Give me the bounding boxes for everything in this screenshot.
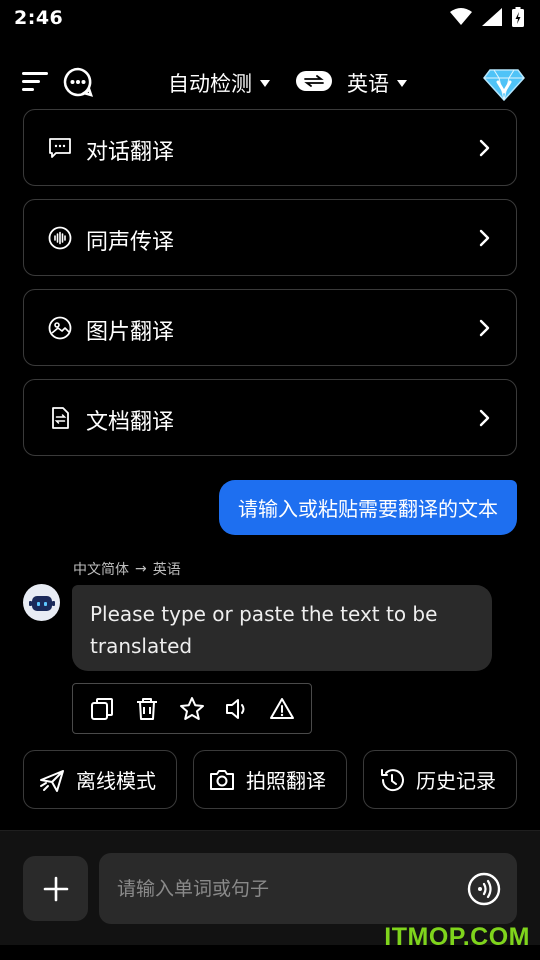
menu-icon[interactable]: [22, 70, 50, 92]
bot-avatar: [23, 584, 60, 621]
watermark: ITMOP.COM: [384, 923, 530, 951]
photo-translation-button[interactable]: 拍照翻译: [193, 750, 347, 809]
translation-input[interactable]: [117, 853, 457, 924]
feature-label: 同声传译: [86, 230, 175, 255]
feature-label: 图片翻译: [86, 320, 175, 345]
offline-mode-label: 离线模式: [76, 769, 156, 793]
plus-icon: [43, 876, 68, 901]
delete-icon[interactable]: [133, 695, 161, 723]
history-label: 历史记录: [416, 769, 496, 793]
chevron-right-icon: [479, 139, 490, 157]
signal-icon: [482, 8, 502, 26]
chevron-right-icon: [479, 319, 490, 337]
language-pair-label: 中文简体 → 英语: [73, 559, 181, 579]
swap-icon: [304, 75, 324, 87]
source-language-selector[interactable]: 自动检测: [168, 68, 270, 98]
lang-pair-from: 中文简体: [73, 562, 129, 578]
source-language-label: 自动检测: [168, 72, 252, 96]
speaker-icon[interactable]: [223, 695, 251, 723]
vip-diamond-icon[interactable]: [482, 62, 526, 102]
feature-simultaneous-interpretation[interactable]: 同声传译: [23, 199, 517, 276]
image-icon: [48, 316, 72, 340]
feature-image-translation[interactable]: 图片翻译: [23, 289, 517, 366]
feature-label: 对话翻译: [86, 140, 175, 165]
feature-dialogue-translation[interactable]: 对话翻译: [23, 109, 517, 186]
robot-icon: [28, 595, 55, 611]
target-language-selector[interactable]: 英语: [347, 68, 407, 98]
chat-bubble-icon: [49, 138, 71, 158]
bot-message-bubble[interactable]: Please type or paste the text to be tran…: [72, 585, 492, 671]
status-time: 2:46: [14, 7, 64, 29]
sound-wave-icon: [48, 226, 72, 250]
history-button[interactable]: 历史记录: [363, 750, 517, 809]
status-icons: [450, 7, 524, 27]
app-header: 自动检测 英语: [0, 56, 540, 108]
caret-down-icon: [260, 79, 270, 87]
airplane-icon: [40, 769, 64, 792]
user-message-bubble[interactable]: 请输入或粘贴需要翻译的文本: [219, 480, 517, 535]
wifi-icon: [450, 8, 472, 25]
chevron-right-icon: [479, 409, 490, 427]
warning-icon[interactable]: [268, 695, 296, 723]
caret-down-icon: [397, 79, 407, 87]
lang-pair-to: 英语: [152, 562, 181, 578]
camera-icon: [210, 769, 234, 790]
star-icon[interactable]: [178, 695, 206, 723]
offline-mode-button[interactable]: 离线模式: [23, 750, 177, 809]
target-language-label: 英语: [347, 72, 389, 96]
document-icon: [52, 407, 69, 429]
history-icon: [381, 768, 404, 791]
feature-document-translation[interactable]: 文档翻译: [23, 379, 517, 456]
photo-translation-label: 拍照翻译: [246, 769, 326, 793]
message-action-bar: [72, 683, 312, 734]
lang-pair-arrow: →: [135, 561, 147, 577]
add-button[interactable]: [23, 856, 88, 921]
battery-icon: [512, 7, 524, 27]
text-input-container: [99, 853, 517, 924]
swap-languages-button[interactable]: [296, 71, 332, 91]
feature-label: 文档翻译: [86, 410, 175, 435]
voice-input-icon[interactable]: [467, 872, 501, 906]
copy-icon[interactable]: [88, 695, 116, 723]
chat-icon[interactable]: [62, 66, 94, 98]
chevron-right-icon: [479, 229, 490, 247]
status-bar: 2:46: [0, 0, 540, 36]
